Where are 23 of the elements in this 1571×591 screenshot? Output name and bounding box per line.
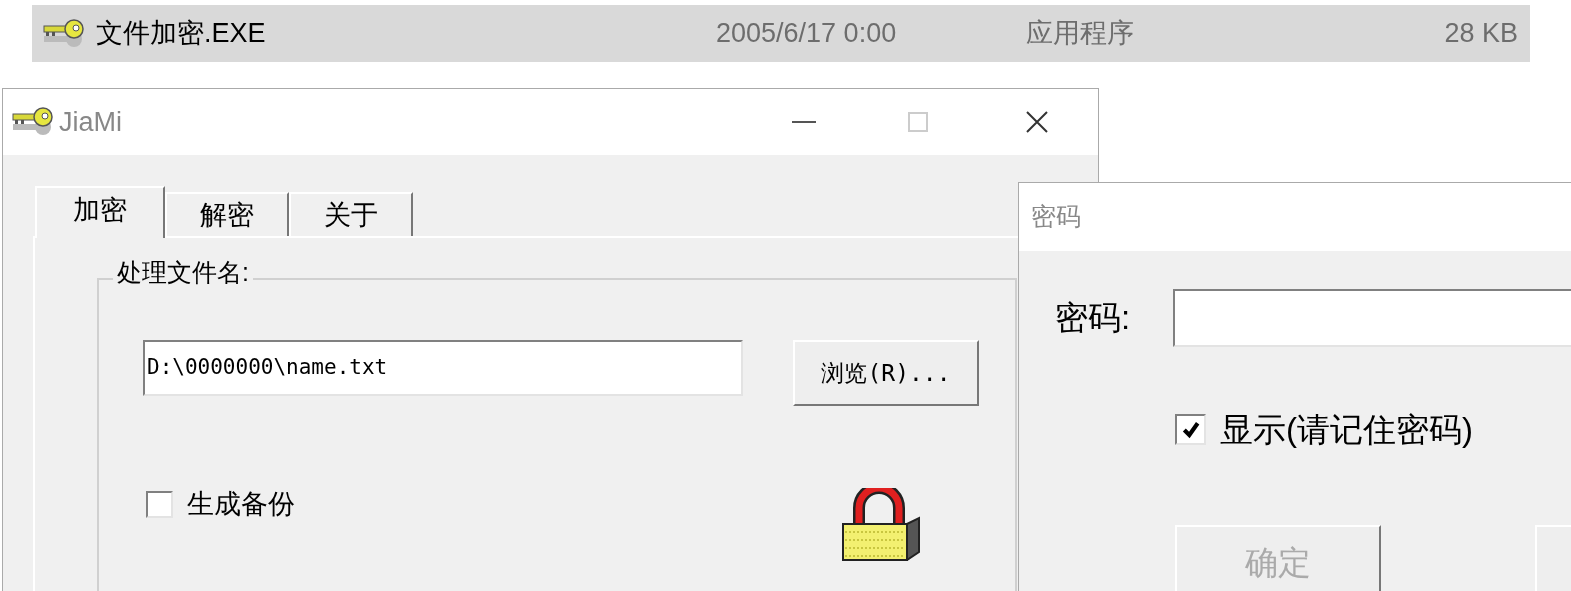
tab[interactable]: 加密 bbox=[35, 186, 165, 238]
key-icon bbox=[42, 17, 86, 50]
group-title: 处理文件名: bbox=[113, 260, 253, 285]
check-icon bbox=[1180, 419, 1201, 440]
checkbox-label: 显示(请记住密码) bbox=[1220, 410, 1473, 450]
tab[interactable]: 关于 bbox=[289, 192, 413, 236]
file-size: 28 KB bbox=[1443, 17, 1519, 51]
window-title: JiaMi bbox=[59, 105, 123, 139]
file-path-field[interactable]: D:\0000000\name.txt bbox=[143, 340, 743, 396]
checkbox-label: 生成备份 bbox=[187, 488, 295, 521]
password-label: 密码: bbox=[1054, 298, 1132, 339]
tab[interactable]: 解密 bbox=[165, 192, 289, 236]
checkbox[interactable] bbox=[1175, 414, 1206, 446]
browse-button[interactable]: 浏览(R)... bbox=[793, 340, 979, 406]
file-row[interactable]: 文件加密.EXE 2005/6/17 0:00 应用程序 28 KB bbox=[32, 5, 1530, 62]
close-icon[interactable] bbox=[1026, 111, 1048, 133]
key-icon bbox=[11, 106, 55, 138]
checkbox[interactable] bbox=[146, 490, 173, 518]
password-field[interactable] bbox=[1173, 289, 1571, 347]
file-type: 应用程序 bbox=[1026, 17, 1135, 51]
file-name: 文件加密.EXE bbox=[96, 17, 267, 51]
dialog-title: 密码 bbox=[1031, 201, 1081, 233]
file-date: 2005/6/17 0:00 bbox=[716, 17, 898, 51]
